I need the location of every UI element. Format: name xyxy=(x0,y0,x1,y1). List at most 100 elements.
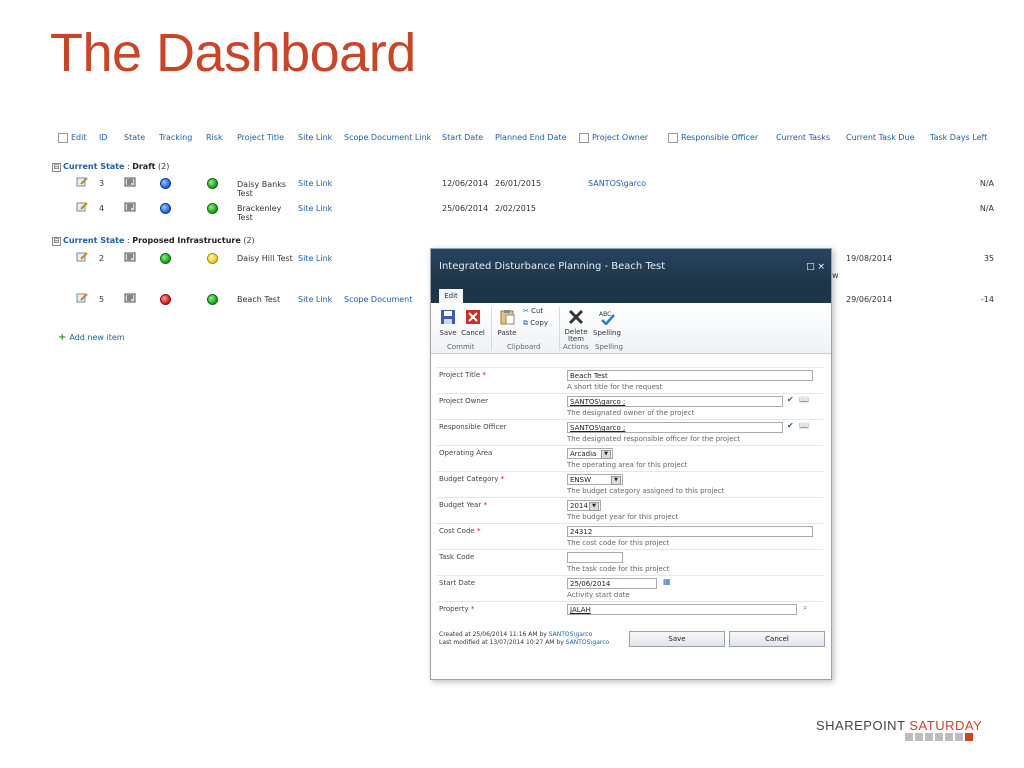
officer-presence-icon xyxy=(668,133,678,143)
field-cost-code: Cost Code * 24312 The cost code for this… xyxy=(437,523,823,550)
field-start-date: Start Date 25/06/2014 ▦ Activity start d… xyxy=(437,575,823,602)
browse-people-icon[interactable]: 📖 xyxy=(799,395,809,404)
site-link[interactable]: Site Link xyxy=(298,254,332,263)
item-metadata: Created at 25/06/2014 11:16 AM by SANTOS… xyxy=(439,631,610,646)
risk-status-icon xyxy=(207,294,218,305)
check-names-icon[interactable]: ✔ xyxy=(787,421,794,430)
field-project-owner: Project Owner SANTOS\garco ; ✔ 📖 The des… xyxy=(437,393,823,420)
site-link[interactable]: Site Link xyxy=(298,179,332,188)
column-header-tracking[interactable]: Tracking xyxy=(159,128,192,148)
cancel-icon xyxy=(466,310,480,324)
column-header-id[interactable]: ID xyxy=(99,128,108,148)
modified-by-link[interactable]: SANTOS\garco xyxy=(566,639,610,646)
column-header-state[interactable]: State xyxy=(124,128,145,148)
budget-year-select[interactable]: 2014 ▼ xyxy=(567,500,601,511)
field-budget-year: Budget Year * 2014 ▼ The budget year for … xyxy=(437,497,823,524)
sharepoint-saturday-logo: SHAREPOINT SATURDAY xyxy=(816,718,983,733)
owner-presence-icon xyxy=(579,133,589,143)
column-header-site-link[interactable]: Site Link xyxy=(298,128,332,148)
collapse-toggle-icon[interactable]: ⊟ xyxy=(52,237,61,246)
collapse-toggle-icon[interactable]: ⊟ xyxy=(52,163,61,172)
project-title: Beach Test xyxy=(237,295,281,304)
project-title-input[interactable]: Beach Test xyxy=(567,370,813,381)
risk-status-icon xyxy=(207,253,218,264)
logo-blocks xyxy=(905,733,973,741)
task-code-input[interactable] xyxy=(567,552,623,563)
budget-category-select[interactable]: ENSW ▼ xyxy=(567,474,623,485)
owner-link[interactable]: SANTOS\garco xyxy=(588,179,646,188)
field-budget-category: Budget Category * ENSW ▼ The budget categ… xyxy=(437,471,823,498)
select-all-checkbox[interactable] xyxy=(58,133,68,143)
edit-item-dialog: Integrated Disturbance Planning - Beach … xyxy=(430,248,832,680)
field-property: Property * JALAH ⌕ xyxy=(437,601,823,622)
delete-icon xyxy=(568,309,584,325)
tracking-status-icon xyxy=(160,178,171,189)
field-operating-area: Operating Area Arcadia ▼ The operating ar… xyxy=(437,445,823,472)
project-title: Brackenley Test xyxy=(237,204,282,222)
page-title: The Dashboard xyxy=(50,23,416,83)
copy-icon: ⧉ xyxy=(523,319,528,327)
dialog-title-bar: Integrated Disturbance Planning - Beach … xyxy=(431,249,831,285)
field-task-code: Task Code The task code for this project xyxy=(437,549,823,576)
column-header-current-tasks[interactable]: Current Tasks xyxy=(776,128,830,148)
field-project-title: Project Title * Beach Test A short title… xyxy=(437,367,823,394)
cost-code-input[interactable]: 24312 xyxy=(567,526,813,537)
column-header-edit[interactable]: Edit xyxy=(58,128,87,148)
cut-button[interactable]: ✂ Cut xyxy=(523,307,543,315)
property-input[interactable]: JALAH xyxy=(567,604,797,615)
edit-item-icon[interactable] xyxy=(76,252,88,262)
edit-item-icon[interactable] xyxy=(76,202,88,212)
operating-area-select[interactable]: Arcadia ▼ xyxy=(567,448,613,459)
column-header-task-due[interactable]: Current Task Due xyxy=(846,128,915,148)
scissors-icon: ✂ xyxy=(523,307,529,315)
paste-button[interactable]: Paste xyxy=(495,309,519,337)
column-header-start-date[interactable]: Start Date xyxy=(442,128,483,148)
group-header-draft[interactable]: ⊟ Current State : Draft (2) xyxy=(52,162,169,172)
edit-item-icon[interactable] xyxy=(76,177,88,187)
spelling-button[interactable]: ABC Spelling xyxy=(593,309,621,337)
add-new-item-link[interactable]: + Add new item xyxy=(58,332,125,343)
dialog-title: Integrated Disturbance Planning - Beach … xyxy=(439,261,666,272)
field-responsible-officer: Responsible Officer SANTOS\garco ; ✔ 📖 T… xyxy=(437,419,823,446)
add-icon: + xyxy=(58,332,67,343)
column-header-risk[interactable]: Risk xyxy=(206,128,223,148)
tracking-status-icon xyxy=(160,294,171,305)
project-owner-input[interactable]: SANTOS\garco ; xyxy=(567,396,783,407)
column-header-officer[interactable]: Responsible Officer xyxy=(668,128,758,148)
state-icon xyxy=(124,252,136,262)
svg-text:ABC: ABC xyxy=(599,311,611,318)
column-header-scope-link[interactable]: Scope Document Link xyxy=(344,128,431,148)
state-icon xyxy=(124,293,136,303)
project-title: Daisy Banks Test xyxy=(237,180,286,198)
calendar-icon[interactable]: ▦ xyxy=(663,577,671,586)
check-names-icon[interactable]: ✔ xyxy=(787,395,794,404)
delete-item-button[interactable]: Delete Item xyxy=(563,309,589,343)
form-save-button[interactable]: Save xyxy=(629,631,725,647)
dropdown-arrow-icon: ▼ xyxy=(611,476,621,485)
tab-edit[interactable]: Edit xyxy=(439,289,463,303)
copy-button[interactable]: ⧉ Copy xyxy=(523,319,548,328)
save-icon xyxy=(441,310,455,324)
group-header-proposed[interactable]: ⊟ Current State : Proposed Infrastructure… xyxy=(52,236,255,246)
start-date-input[interactable]: 25/06/2014 xyxy=(567,578,657,589)
edit-item-icon[interactable] xyxy=(76,293,88,303)
paste-icon xyxy=(500,310,515,325)
created-by-link[interactable]: SANTOS\garco xyxy=(549,631,593,638)
save-button[interactable]: Save xyxy=(437,309,459,337)
risk-status-icon xyxy=(207,203,218,214)
lookup-icon[interactable]: ⌕ xyxy=(803,603,807,613)
form-cancel-button[interactable]: Cancel xyxy=(729,631,825,647)
browse-people-icon[interactable]: 📖 xyxy=(799,421,809,430)
tracking-status-icon xyxy=(160,253,171,264)
responsible-officer-input[interactable]: SANTOS\garco ; xyxy=(567,422,783,433)
scope-document-link[interactable]: Scope Document xyxy=(344,295,412,304)
dialog-window-controls[interactable]: □ × xyxy=(806,249,825,285)
site-link[interactable]: Site Link xyxy=(298,204,332,213)
cancel-button[interactable]: Cancel xyxy=(461,309,485,337)
column-header-days-left[interactable]: Task Days Left xyxy=(930,128,987,148)
column-header-project-title[interactable]: Project Title xyxy=(237,128,284,148)
site-link[interactable]: Site Link xyxy=(298,295,332,304)
column-header-planned-end[interactable]: Planned End Date xyxy=(495,128,567,148)
column-header-owner[interactable]: Project Owner xyxy=(579,128,648,148)
state-icon xyxy=(124,177,136,187)
